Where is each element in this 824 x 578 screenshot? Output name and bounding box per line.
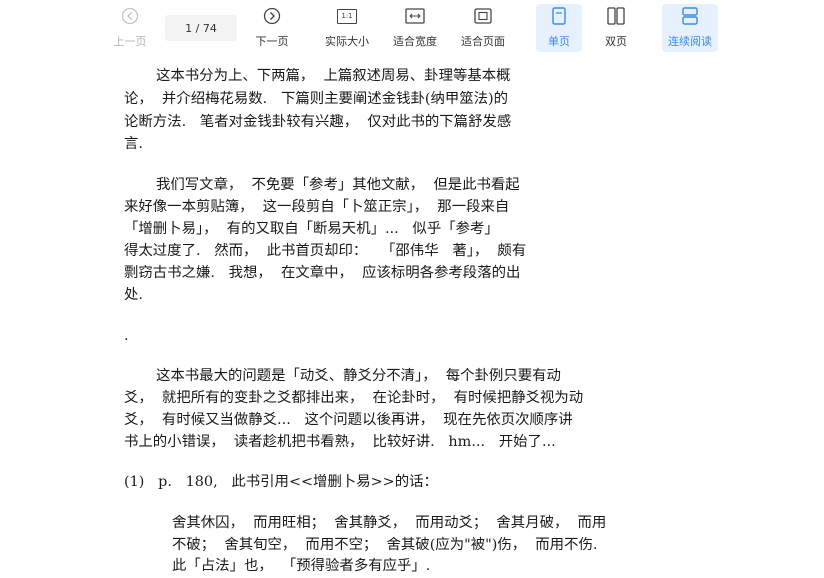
text-line: 「增删卜易」， 有的又取自「断易天机」... 似乎「参考」 [124, 221, 499, 237]
text-line: 论断方法. 笔者对金钱卦较有兴趣， 仅对此书的下篇舒发感 [124, 114, 512, 130]
text-line: 这本书分为上、下两篇， 上篇叙述周易、卦理等基本概 [156, 68, 511, 84]
text-line: 言. [124, 136, 143, 152]
text-line: 舍其休囚， 而用旺相； 舍其静爻， 而用动爻； 舍其月破， 而用 [172, 515, 607, 531]
document-page: 这本书分为上、下两篇， 上篇叙述周易、卦理等基本概 论， 并介绍梅花易数. 下篇… [0, 0, 824, 578]
text-line: 爻， 有时候又当做静爻... 这个问题以後再讲， 现在先依页次顺序讲 [124, 412, 573, 428]
text-line: 处. [124, 287, 143, 303]
text-line: 书上的小错误， 读者趁机把书看熟， 比较好讲. hm... 开始了... [124, 434, 556, 450]
text-line: 论， 并介绍梅花易数. 下篇则主要阐述金钱卦(纳甲筮法)的 [124, 91, 509, 107]
text-line: 爻， 就把所有的变卦之爻都排出来， 在论卦时， 有时候把静爻视为动 [124, 390, 584, 406]
text-line: 来好像一本剪贴簿， 这一段剪自「卜筮正宗」， 那一段来自 [124, 199, 510, 215]
text-line: 不破； 舍其旬空， 而用不空； 舍其破(应为"被")伤， 而用不伤. [172, 537, 598, 553]
text-line: 剽窃古书之嫌. 我想， 在文章中， 应该标明各参考段落的出 [124, 265, 521, 281]
text-line: 我们写文章， 不免要「参考」其他文献， 但是此书看起 [156, 177, 520, 193]
text-line: 得太过度了. 然而， 此书首页却印： 「邵伟华 著」， 颇有 [124, 243, 527, 259]
text-line: (1) p. 180, 此书引用<<增删卜易>>的话： [124, 474, 438, 490]
text-line: 此「占法」也， 「预得验者多有应乎」. [172, 558, 431, 574]
text-line: 这本书最大的问题是「动爻、静爻分不清」， 每个卦例只要有动 [156, 368, 561, 384]
text-line: . [124, 328, 129, 344]
